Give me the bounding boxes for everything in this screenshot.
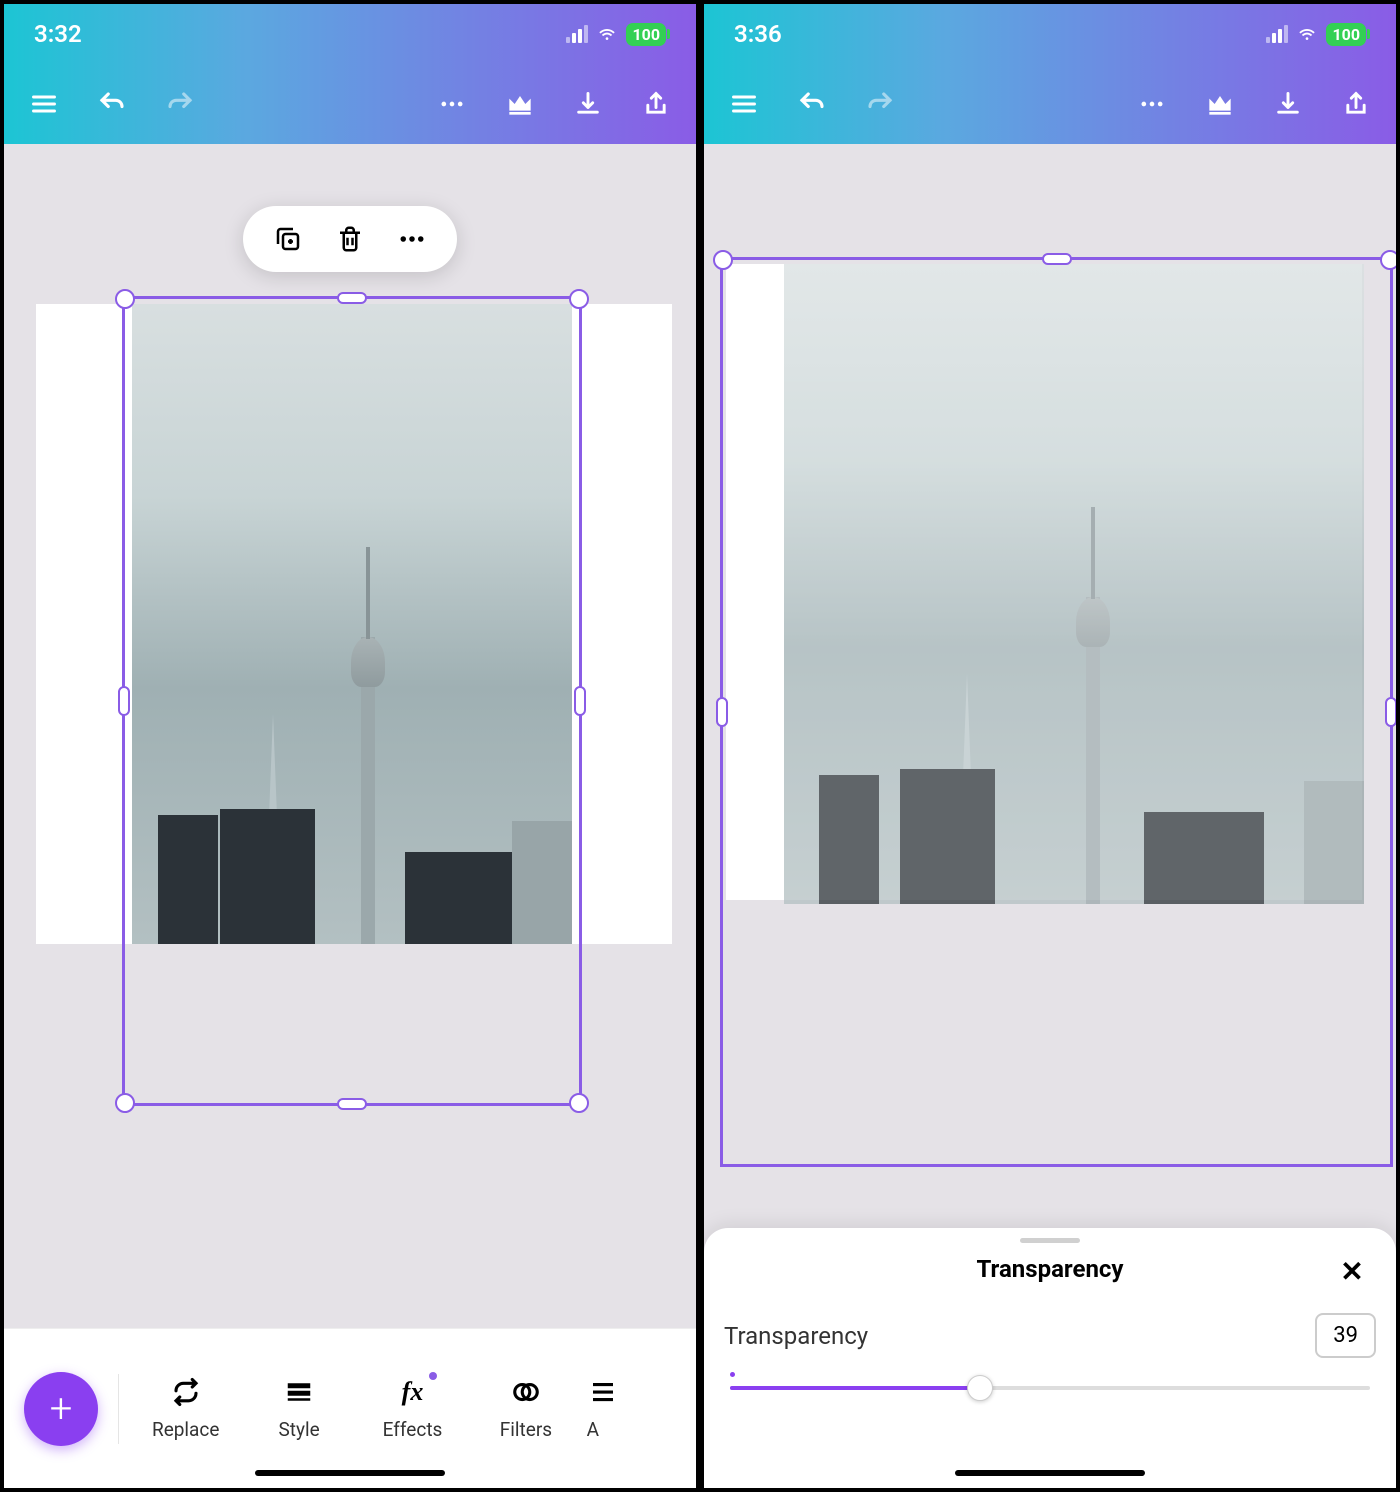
context-menu xyxy=(243,206,457,272)
undo-icon[interactable] xyxy=(796,88,828,120)
home-indicator[interactable] xyxy=(955,1470,1145,1476)
notification-dot xyxy=(429,1372,437,1380)
panel-title: Transparency xyxy=(976,1255,1123,1283)
resize-handle-tl[interactable] xyxy=(115,289,135,309)
status-right: 100 xyxy=(566,23,666,46)
slider-fill xyxy=(730,1386,980,1390)
status-time: 3:36 xyxy=(734,20,782,48)
crown-icon[interactable] xyxy=(1204,88,1236,120)
signal-icon xyxy=(566,25,588,43)
battery-indicator: 100 xyxy=(626,23,666,46)
share-icon[interactable] xyxy=(640,88,672,120)
filters-icon xyxy=(510,1376,542,1408)
signal-icon xyxy=(1266,25,1288,43)
canvas-area[interactable] xyxy=(4,144,696,1488)
selection-box[interactable] xyxy=(720,257,1393,1167)
more-options-button[interactable] xyxy=(395,222,429,256)
bottom-toolbar: + Replace Style fx Effects Filters xyxy=(4,1328,696,1488)
tool-label: A xyxy=(587,1418,599,1441)
transparency-slider[interactable] xyxy=(730,1378,1370,1398)
tool-label: Style xyxy=(279,1418,320,1441)
crown-icon[interactable] xyxy=(504,88,536,120)
resize-handle-bl[interactable] xyxy=(115,1093,135,1113)
resize-edge-left[interactable] xyxy=(118,686,130,716)
separator xyxy=(118,1374,119,1444)
add-fab[interactable]: + xyxy=(24,1372,98,1446)
menu-icon[interactable] xyxy=(728,88,760,120)
resize-handle-tr[interactable] xyxy=(569,289,589,309)
top-toolbar xyxy=(704,64,1396,144)
tool-label: Filters xyxy=(500,1418,552,1441)
transparency-label: Transparency xyxy=(724,1322,868,1350)
home-indicator[interactable] xyxy=(255,1470,445,1476)
delete-button[interactable] xyxy=(333,222,367,256)
slider-thumb[interactable] xyxy=(967,1375,993,1401)
status-bar: 3:36 100 xyxy=(704,4,1396,64)
wifi-icon xyxy=(596,23,618,45)
more-icon[interactable] xyxy=(436,88,468,120)
transparency-value-input[interactable]: 39 xyxy=(1315,1313,1376,1358)
status-time: 3:32 xyxy=(34,20,82,48)
share-icon[interactable] xyxy=(1340,88,1372,120)
replace-icon xyxy=(170,1376,202,1408)
download-icon[interactable] xyxy=(1272,88,1304,120)
top-toolbar xyxy=(4,64,696,144)
tool-style[interactable]: Style xyxy=(242,1376,355,1441)
selection-box[interactable] xyxy=(122,296,582,1106)
redo-icon[interactable] xyxy=(164,88,196,120)
tool-label: Effects xyxy=(383,1418,443,1441)
resize-handle-tl[interactable] xyxy=(713,250,733,270)
wifi-icon xyxy=(1296,23,1318,45)
effects-icon: fx xyxy=(397,1376,429,1408)
duplicate-button[interactable] xyxy=(271,222,305,256)
status-right: 100 xyxy=(1266,23,1366,46)
resize-handle-tr[interactable] xyxy=(1380,250,1400,270)
adjust-icon xyxy=(587,1376,619,1408)
transparency-panel: Transparency ✕ Transparency 39 xyxy=(704,1228,1396,1488)
tool-filters[interactable]: Filters xyxy=(469,1376,582,1441)
tool-adjust-partial[interactable]: A xyxy=(583,1376,696,1441)
more-icon[interactable] xyxy=(1136,88,1168,120)
battery-indicator: 100 xyxy=(1326,23,1366,46)
redo-icon[interactable] xyxy=(864,88,896,120)
resize-edge-top[interactable] xyxy=(337,292,367,304)
undo-icon[interactable] xyxy=(96,88,128,120)
resize-edge-left[interactable] xyxy=(716,697,728,727)
tool-label: Replace xyxy=(152,1418,219,1441)
resize-edge-bottom[interactable] xyxy=(337,1098,367,1110)
tool-replace[interactable]: Replace xyxy=(129,1376,242,1441)
slider-min-tick xyxy=(730,1372,735,1377)
resize-edge-right[interactable] xyxy=(1385,697,1397,727)
phone-right: 3:36 100 xyxy=(700,0,1400,1492)
status-bar: 3:32 100 xyxy=(4,4,696,64)
resize-edge-top[interactable] xyxy=(1042,253,1072,265)
resize-edge-right[interactable] xyxy=(574,686,586,716)
menu-icon[interactable] xyxy=(28,88,60,120)
resize-handle-br[interactable] xyxy=(569,1093,589,1113)
style-icon xyxy=(283,1376,315,1408)
close-icon[interactable]: ✕ xyxy=(1334,1253,1370,1289)
download-icon[interactable] xyxy=(572,88,604,120)
phone-left: 3:32 100 xyxy=(0,0,700,1492)
panel-drag-handle[interactable] xyxy=(1020,1238,1080,1243)
tool-effects[interactable]: fx Effects xyxy=(356,1376,469,1441)
